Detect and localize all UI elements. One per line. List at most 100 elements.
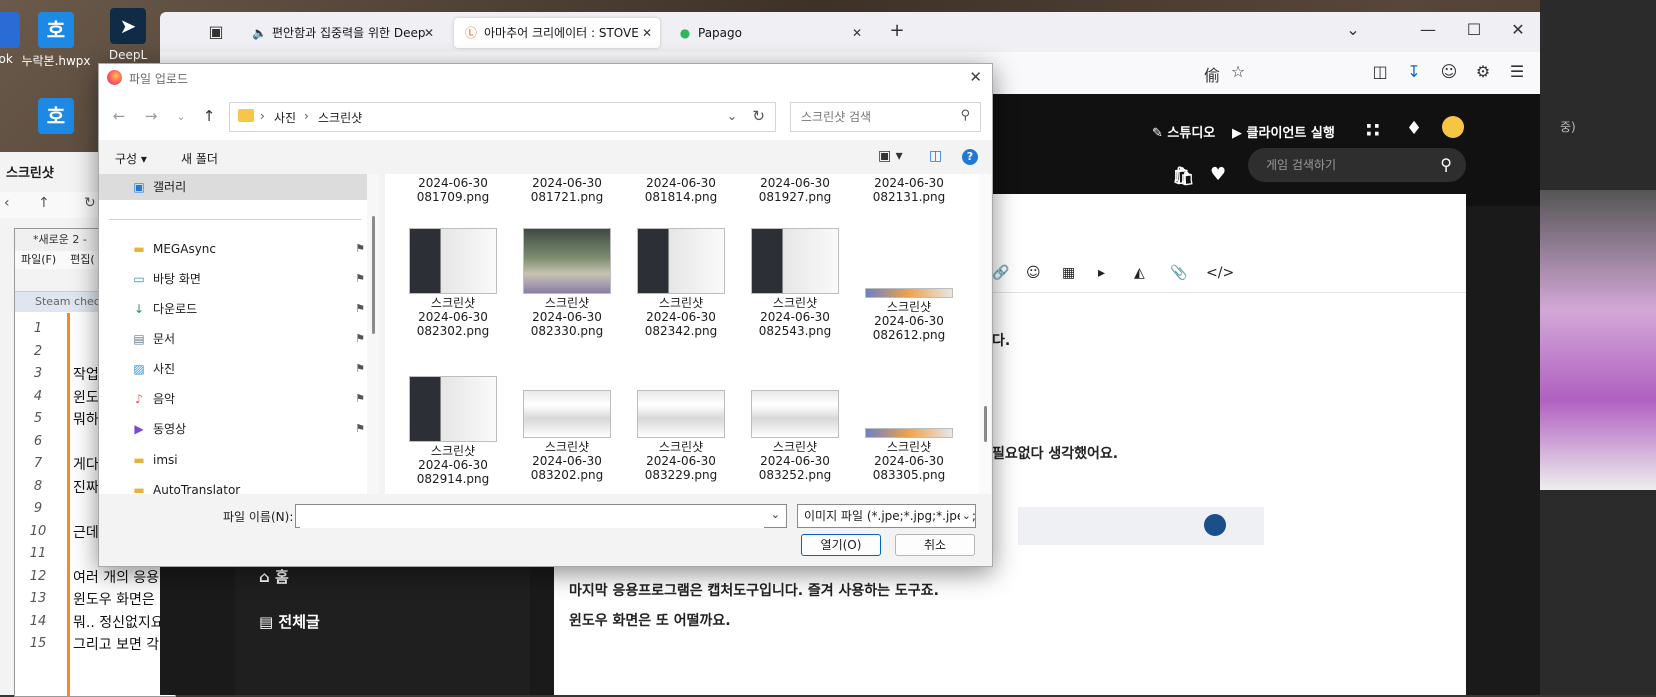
file-list[interactable]: 2024-06-30 081709.png 2024-06-30 081721.png…: [385, 174, 991, 494]
file-item[interactable]: 스크린샷 2024-06-30 083229.png: [625, 390, 737, 482]
file-scrollbar[interactable]: [979, 174, 991, 494]
nav-item-사진[interactable]: ▨ 사진 ⚑: [131, 356, 371, 382]
tab-deep[interactable]: 🔈 편안함과 집중력을 위한 Deep ✕: [242, 18, 442, 48]
cart-icon[interactable]: 🛍: [1172, 166, 1195, 187]
video-icon[interactable]: ▸: [1098, 265, 1105, 281]
file-item[interactable]: 스크린샷 2024-06-30 083305.png: [853, 428, 965, 482]
extensions-icon[interactable]: ⚙: [1473, 62, 1493, 81]
file-item[interactable]: 2024-06-30 081709.png: [397, 176, 509, 204]
chevron-down-icon[interactable]: ⌄: [771, 508, 780, 521]
menu-edit[interactable]: 편집(: [70, 253, 95, 266]
chevron-down-icon[interactable]: ⌄: [727, 109, 737, 123]
nav-item-문서[interactable]: ▤ 문서 ⚑: [131, 326, 371, 352]
search-field[interactable]: ⚲: [790, 102, 981, 132]
back-arrow-icon[interactable]: ‹: [4, 195, 10, 211]
recent-locations-icon[interactable]: ⌄: [171, 110, 191, 123]
file-item[interactable]: 스크린샷 2024-06-30 082302.png: [397, 228, 509, 338]
maximize-icon[interactable]: ☐: [1464, 20, 1484, 39]
nav-item-동영상[interactable]: ▶ 동영상 ⚑: [131, 416, 371, 442]
preview-pane-icon[interactable]: ◫: [929, 148, 942, 164]
up-arrow-icon[interactable]: ↑: [199, 107, 219, 125]
close-window-icon[interactable]: ✕: [1508, 20, 1528, 39]
heart-icon[interactable]: ♥: [1210, 164, 1226, 185]
avatar[interactable]: [1442, 116, 1464, 138]
up-arrow-icon[interactable]: ↑: [38, 195, 50, 211]
inbox-icon[interactable]: ◭: [1134, 265, 1145, 281]
link-icon[interactable]: 🔗: [992, 265, 1009, 281]
close-icon[interactable]: ✕: [424, 18, 434, 48]
help-icon[interactable]: ?: [962, 149, 978, 165]
filename-field[interactable]: ⌄: [295, 504, 787, 528]
file-item[interactable]: 스크린샷 2024-06-30 082543.png: [739, 228, 851, 338]
breadcrumb-pictures[interactable]: 사진: [274, 109, 296, 126]
sidebar-item-home[interactable]: ⌂ 홈: [259, 566, 289, 587]
file-item[interactable]: 스크린샷 2024-06-30 082914.png: [397, 376, 509, 486]
account-icon[interactable]: ☺: [1439, 62, 1459, 81]
file-item[interactable]: 스크린샷 2024-06-30 082612.png: [853, 288, 965, 342]
bell-icon[interactable]: ♦: [1406, 118, 1422, 139]
code-icon[interactable]: </>: [1206, 265, 1234, 281]
star-icon[interactable]: ☆: [1228, 62, 1248, 81]
forward-arrow-icon[interactable]: →: [141, 107, 161, 125]
studio-link[interactable]: ✎ 스튜디오: [1152, 122, 1215, 141]
game-search-input[interactable]: 게임 검색하기 ⚲: [1248, 148, 1466, 182]
nav-scroll-thumb[interactable]: [372, 216, 375, 334]
nav-item-megasync[interactable]: ▬ MEGAsync ⚑: [131, 236, 371, 262]
emoji-icon[interactable]: ☺: [1026, 265, 1041, 281]
search-input[interactable]: [799, 109, 953, 125]
file-type-select[interactable]: 이미지 파일 (*.jpe;*.jpg;*.jpeg;* ⌄: [797, 504, 976, 528]
translate-icon[interactable]: 偷: [1202, 62, 1222, 86]
attach-icon[interactable]: 📎: [1170, 265, 1187, 281]
file-scroll-thumb[interactable]: [984, 406, 987, 442]
menu-file[interactable]: 파일(F): [21, 253, 56, 266]
nav-item-음악[interactable]: ♪ 음악 ⚑: [131, 386, 371, 412]
file-item[interactable]: 2024-06-30 082131.png: [853, 176, 965, 204]
nav-item-다운로드[interactable]: ↓ 다운로드 ⚑: [131, 296, 371, 322]
file-upload-dialog[interactable]: 파일 업로드 ✕ ← → ⌄ ↑ › 사진 › 스크린샷 ⌄ ↻ ⚲ 구성 ▾ …: [98, 63, 993, 567]
search-icon[interactable]: ⚲: [1440, 148, 1452, 182]
view-icon[interactable]: ▣ ▾: [878, 148, 903, 164]
nav-item-autotranslator[interactable]: ▬ AutoTranslator: [131, 477, 371, 494]
file-item[interactable]: 2024-06-30 081721.png: [511, 176, 623, 204]
new-folder-button[interactable]: 새 폴더: [181, 150, 218, 167]
back-arrow-icon[interactable]: ←: [109, 107, 129, 125]
nav-scrollbar[interactable]: [367, 174, 379, 494]
menu-icon[interactable]: ☰: [1507, 62, 1527, 81]
nav-item-imsi[interactable]: ▬ imsi: [131, 447, 371, 473]
file-item[interactable]: 2024-06-30 081814.png: [625, 176, 737, 204]
tab-overview-icon[interactable]: ▣: [206, 22, 226, 41]
refresh-icon[interactable]: ↻: [752, 107, 765, 125]
desktop-icon-hwp-2[interactable]: 호: [14, 98, 98, 138]
nav-item-갤러리[interactable]: ▣ 갤러리: [99, 174, 367, 200]
address-bar[interactable]: › 사진 › 스크린샷 ⌄ ↻: [229, 102, 776, 132]
tab-stove[interactable]: Ⓛ 아마추어 크리에이터 : STOVE ✕: [454, 18, 660, 48]
close-icon[interactable]: ✕: [642, 18, 652, 48]
tab-papago[interactable]: ● Papago ✕: [668, 18, 870, 48]
new-tab-button[interactable]: +: [887, 20, 907, 41]
close-icon[interactable]: ✕: [969, 68, 982, 86]
sidebar-item-all-posts[interactable]: ▤ 전체글: [259, 611, 320, 632]
file-item[interactable]: 스크린샷 2024-06-30 083252.png: [739, 390, 851, 482]
breadcrumb-screenshots[interactable]: 스크린샷: [318, 109, 362, 126]
nav-item-바탕-화면[interactable]: ▭ 바탕 화면 ⚑: [131, 266, 371, 292]
organize-button[interactable]: 구성 ▾: [115, 150, 147, 167]
cancel-button[interactable]: 취소: [895, 534, 975, 556]
client-run-button[interactable]: ▶ 클라이언트 실행: [1232, 122, 1335, 141]
pocket-icon[interactable]: ◫: [1370, 62, 1390, 81]
close-icon[interactable]: ✕: [852, 18, 862, 48]
file-item[interactable]: 스크린샷 2024-06-30 082342.png: [625, 228, 737, 338]
search-icon[interactable]: ⚲: [960, 108, 970, 123]
apps-grid-icon[interactable]: ∷: [1366, 118, 1380, 142]
desktop-icon-deepl[interactable]: ➤ DeepL: [86, 8, 170, 62]
file-item[interactable]: 2024-06-30 081927.png: [739, 176, 851, 204]
image-icon[interactable]: ▦: [1062, 265, 1075, 281]
list-tabs-icon[interactable]: ⌄: [1343, 20, 1363, 39]
download-icon[interactable]: ↧: [1404, 62, 1424, 81]
navigation-pane[interactable]: ▣ 갤러리 ▬ MEGAsync ⚑ ▭ 바탕 화면 ⚑ ↓ 다운로드 ⚑ ▤ 문서 ⚑ ▨ 사진 ⚑ ♪ 음악 ⚑ ▶…: [99, 174, 379, 494]
chevron-down-icon[interactable]: ⌄: [959, 505, 971, 527]
file-item[interactable]: 스크린샷 2024-06-30 083202.png: [511, 390, 623, 482]
file-item[interactable]: 스크린샷 2024-06-30 082330.png: [511, 228, 623, 338]
refresh-icon[interactable]: ↻: [84, 195, 96, 211]
filename-input[interactable]: [300, 506, 764, 528]
minimize-icon[interactable]: —: [1418, 20, 1438, 39]
